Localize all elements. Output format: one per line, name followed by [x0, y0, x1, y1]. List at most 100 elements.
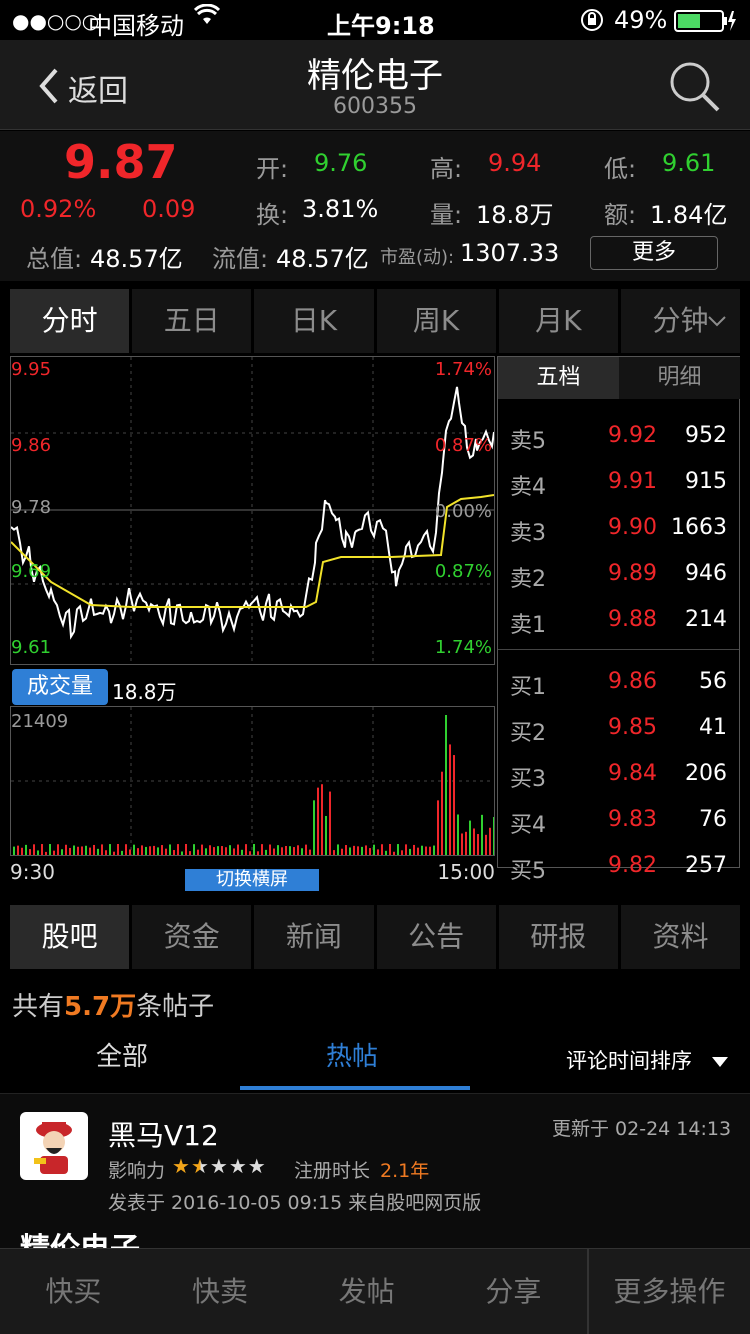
volume-bar [57, 844, 59, 855]
tab-minute[interactable]: 分钟 [620, 289, 741, 353]
battery-icon [674, 9, 736, 39]
volume-bar [37, 850, 39, 855]
level-quantity: 41 [699, 715, 727, 740]
share-button[interactable]: 分享 [440, 1249, 587, 1334]
tab-news[interactable]: 新闻 [254, 905, 374, 969]
volume-bar [69, 847, 71, 855]
volume-bar [277, 845, 279, 855]
volume-bar [21, 847, 23, 855]
pct-axis-label: 0.87% [434, 435, 492, 456]
buy-level-row[interactable]: 买3 9.84 206 [498, 751, 739, 797]
quick-buy-button[interactable]: 快买 [0, 1249, 147, 1334]
tab-weekly-k[interactable]: 周K [376, 289, 496, 353]
volume-bar [221, 846, 223, 855]
sort-dropdown[interactable]: 评论时间排序 [566, 1045, 729, 1075]
volume-bar [77, 846, 79, 855]
volume-bar [217, 846, 219, 855]
sell-level-row[interactable]: 卖2 9.89 946 [498, 551, 739, 597]
volume-bar [157, 847, 159, 855]
volume-chart-svg [11, 707, 494, 855]
volume-bar [429, 846, 431, 855]
buy-level-row[interactable]: 买1 9.86 56 [498, 659, 739, 705]
buy-level-row[interactable]: 买4 9.83 76 [498, 797, 739, 843]
buy-level-row[interactable]: 买5 9.82 257 [498, 843, 739, 889]
tab-forum[interactable]: 股吧 [10, 905, 130, 969]
volume-bar [393, 851, 395, 855]
caret-down-icon [711, 1057, 728, 1067]
volume-bar [29, 849, 31, 855]
post-card[interactable]: 黑马V12 更新于 02-24 14:13 影响力 ★★★★★ 注册时长 2.1… [0, 1093, 750, 1267]
volume-bar [457, 814, 459, 855]
tab-monthly-k[interactable]: 月K [498, 289, 618, 353]
pct-axis-label: 1.74% [434, 359, 492, 380]
volume-chart: 21409 [10, 706, 495, 856]
volume-bar [293, 847, 295, 855]
level-price: 9.84 [608, 761, 657, 786]
float-cap-label: 流值: [212, 245, 269, 273]
post-author[interactable]: 黑马V12 [108, 1114, 219, 1154]
volume-bar [145, 846, 147, 855]
subtab-all[interactable]: 全部 [96, 1036, 148, 1073]
tab-daily-k[interactable]: 日K [254, 289, 374, 353]
subtab-hot[interactable]: 热帖 [326, 1036, 378, 1073]
tab-five-levels[interactable]: 五档 [498, 357, 619, 399]
level-label: 买1 [510, 675, 546, 700]
level-price: 9.85 [608, 715, 657, 740]
volume-bar [381, 844, 383, 855]
volume-bar [149, 846, 151, 855]
avatar[interactable] [20, 1112, 88, 1180]
landscape-toggle-button[interactable]: 切换横屏 [185, 869, 319, 891]
level-quantity: 1663 [671, 515, 727, 540]
volume-bar [333, 850, 335, 855]
intraday-chart[interactable]: 9.95 9.86 9.78 9.69 9.61 1.74% 0.87% 0.0… [10, 356, 495, 665]
turnover-value: 3.81% [302, 195, 379, 223]
volume-bar [485, 834, 487, 855]
page-title: 精伦电子 [307, 56, 443, 96]
volume-bar [233, 848, 235, 855]
volume-bar [205, 848, 207, 855]
tab-intraday[interactable]: 分时 [10, 289, 130, 353]
post-count: 共有5.7万条帖子 [12, 986, 214, 1023]
change-amount: 0.09 [142, 195, 196, 223]
pe-label: 市盈(动): [380, 247, 455, 268]
tab-profile[interactable]: 资料 [620, 905, 741, 969]
new-post-button[interactable]: 发帖 [293, 1249, 440, 1334]
volume-bar [273, 848, 275, 855]
tab-five-day[interactable]: 五日 [132, 289, 252, 353]
level-quantity: 206 [685, 761, 727, 786]
tab-capital[interactable]: 资金 [132, 905, 252, 969]
quick-sell-button[interactable]: 快卖 [147, 1249, 294, 1334]
volume-button[interactable]: 成交量 [12, 669, 108, 705]
sell-level-row[interactable]: 卖4 9.91 915 [498, 459, 739, 505]
volume-bar [289, 846, 291, 855]
volume-bar [245, 844, 247, 855]
sell-level-row[interactable]: 卖5 9.92 952 [498, 413, 739, 459]
time-start: 9:30 [10, 860, 55, 884]
more-button[interactable]: 更多 [590, 236, 718, 270]
price-chart-svg [11, 357, 494, 664]
tab-details[interactable]: 明细 [619, 357, 740, 399]
volume-bar [189, 851, 191, 855]
high-label: 高: [430, 155, 463, 183]
volume-bar [25, 844, 27, 855]
volume-bar [241, 849, 243, 855]
search-button[interactable] [666, 58, 722, 114]
volume-bar [313, 800, 315, 855]
tab-research[interactable]: 研报 [498, 905, 618, 969]
carrier: 中国移动 [88, 12, 184, 40]
clock: 上午9:18 [327, 12, 435, 40]
more-actions-button[interactable]: 更多操作 [586, 1249, 750, 1334]
high-value: 9.94 [488, 149, 542, 177]
volume-bar [81, 846, 83, 855]
tab-announcements[interactable]: 公告 [376, 905, 496, 969]
volume-bar [321, 784, 323, 855]
price-axis-label: 9.69 [11, 561, 52, 582]
buy-level-row[interactable]: 买2 9.85 41 [498, 705, 739, 751]
sell-level-row[interactable]: 卖1 9.88 214 [498, 597, 739, 643]
sell-level-row[interactable]: 卖3 9.90 1663 [498, 505, 739, 551]
amount-value: 1.84亿 [650, 201, 728, 229]
level-label: 卖3 [510, 521, 546, 546]
volume-bar [377, 849, 379, 855]
volume-bar [261, 844, 263, 855]
level-quantity: 76 [699, 807, 727, 832]
